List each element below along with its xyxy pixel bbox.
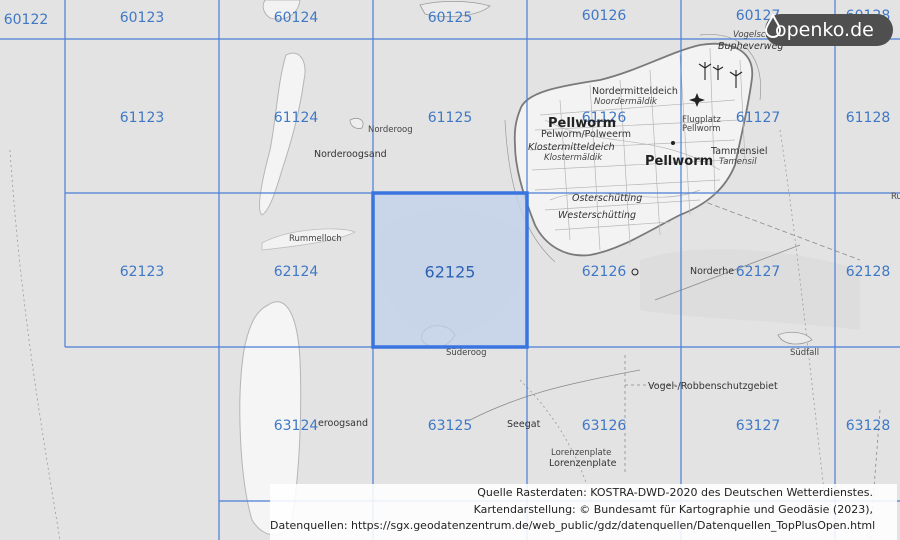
map-symbols <box>631 62 743 276</box>
airport-icon <box>689 93 705 107</box>
lighthouse-icon <box>631 268 639 276</box>
map-view[interactable]: 60122 60123 60124 60125 60126 60127 6012… <box>0 0 900 540</box>
wind-turbine-icon <box>698 62 743 88</box>
attribution-cartography: Kartendarstellung: © Bundesamt für Karto… <box>473 502 873 516</box>
church-icon <box>671 141 675 145</box>
drop-icon <box>765 14 781 38</box>
attribution-datasources[interactable]: Datenquellen: https://sgx.geodatenzentru… <box>270 518 875 535</box>
attribution-box: Quelle Rasterdaten: KOSTRA-DWD-2020 des … <box>270 484 897 540</box>
attribution-source: Quelle Rasterdaten: KOSTRA-DWD-2020 des … <box>477 486 873 499</box>
logo-text: openko.de <box>775 19 874 41</box>
openko-logo[interactable]: openko.de <box>765 14 893 46</box>
